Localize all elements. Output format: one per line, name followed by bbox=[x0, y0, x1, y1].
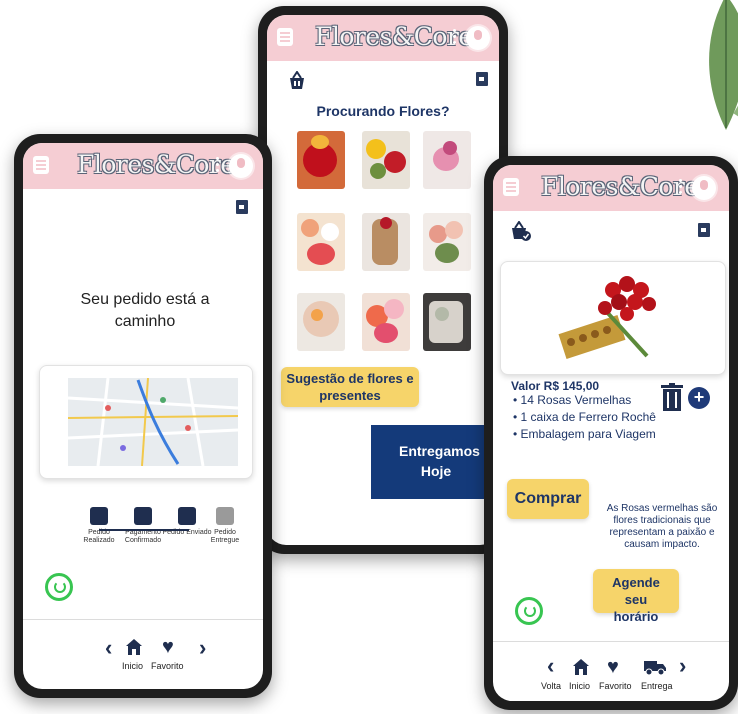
nav-label-home[interactable]: Inicio bbox=[122, 661, 143, 671]
top-bar: Flores&Cores bbox=[493, 165, 729, 211]
top-bar: Flores&Cores bbox=[23, 143, 263, 189]
nav-label-favorite[interactable]: Favorito bbox=[151, 661, 184, 671]
flower-thumb[interactable] bbox=[423, 213, 471, 271]
heart-icon[interactable]: ♥ bbox=[607, 657, 619, 677]
map-card[interactable] bbox=[39, 365, 253, 479]
nav-label-favorite[interactable]: Favorito bbox=[599, 681, 632, 691]
product-image bbox=[558, 276, 656, 359]
product-card[interactable] bbox=[500, 261, 726, 375]
step-label: Pagamento Confirmado bbox=[124, 529, 162, 544]
nav-divider bbox=[23, 619, 263, 620]
kebab-icon[interactable] bbox=[679, 179, 683, 197]
item-1: • 14 Rosas Vermelhas bbox=[513, 393, 632, 407]
whatsapp-icon[interactable] bbox=[45, 573, 73, 601]
left-screen: Flores&Cores Seu pedido está a caminho P… bbox=[23, 143, 263, 689]
page-heading: Procurando Flores? bbox=[316, 103, 450, 119]
item-3: • Embalagem para Viagem bbox=[513, 427, 656, 441]
user-icon[interactable] bbox=[466, 26, 490, 50]
chevron-left-icon[interactable]: ‹ bbox=[547, 655, 554, 677]
step-delivered: Pedido Entregue bbox=[199, 507, 251, 545]
flower-thumb[interactable] bbox=[423, 293, 471, 351]
nav-label-home[interactable]: Inicio bbox=[569, 681, 590, 691]
home-icon[interactable] bbox=[126, 639, 142, 655]
box-icon bbox=[178, 507, 196, 525]
exit-icon[interactable] bbox=[698, 223, 710, 237]
right-screen: Flores&Cores Valor R$ 145,00 • 14 Rosas … bbox=[493, 165, 729, 701]
home-icon[interactable] bbox=[573, 659, 589, 675]
top-bar: Flores&Cores bbox=[267, 15, 499, 61]
menu-icon[interactable] bbox=[33, 156, 49, 174]
right-phone: Flores&Cores Valor R$ 145,00 • 14 Rosas … bbox=[484, 156, 738, 710]
flower-thumb[interactable] bbox=[297, 213, 345, 271]
box-done-icon bbox=[216, 507, 234, 525]
brand-logo: Flores&Cores bbox=[77, 150, 247, 179]
chevron-right-icon[interactable]: › bbox=[199, 637, 206, 659]
step-label: Pedido Realizado bbox=[83, 529, 115, 544]
center-screen: Flores&Cores Procurando Flores? Sugestão… bbox=[267, 15, 499, 545]
payment-icon bbox=[134, 507, 152, 525]
map[interactable] bbox=[68, 378, 238, 466]
heart-icon[interactable]: ♥ bbox=[162, 637, 174, 657]
basket-icon[interactable] bbox=[286, 71, 308, 91]
chevron-right-icon[interactable]: › bbox=[679, 655, 686, 677]
menu-icon[interactable] bbox=[503, 178, 519, 196]
whatsapp-icon[interactable] bbox=[515, 597, 543, 625]
nav-label-delivery[interactable]: Entrega bbox=[641, 681, 673, 691]
left-phone: Flores&Cores Seu pedido está a caminho P… bbox=[14, 134, 272, 698]
brand-logo: Flores&Cores bbox=[541, 172, 711, 201]
schedule-button[interactable]: Agende seu horário bbox=[593, 569, 679, 624]
flower-thumb[interactable] bbox=[423, 131, 471, 189]
item-text: 1 caixa de Ferrero Rochê bbox=[520, 410, 656, 424]
truck-icon[interactable] bbox=[644, 659, 666, 675]
flower-thumb[interactable] bbox=[362, 131, 410, 189]
brand-logo: Flores&Cores bbox=[315, 22, 485, 51]
nav-divider bbox=[493, 641, 729, 642]
flower-thumb[interactable] bbox=[297, 293, 345, 351]
buy-button[interactable]: Comprar bbox=[507, 479, 589, 519]
exit-icon[interactable] bbox=[236, 200, 248, 214]
flower-thumb[interactable] bbox=[362, 293, 410, 351]
delivery-banner: Entregamos Hoje bbox=[371, 425, 499, 499]
exit-icon[interactable] bbox=[476, 72, 488, 86]
trash-icon[interactable] bbox=[661, 383, 683, 411]
kebab-icon[interactable] bbox=[216, 157, 220, 175]
plus-icon[interactable]: + bbox=[688, 387, 710, 409]
kebab-icon[interactable] bbox=[453, 29, 457, 47]
price: Valor R$ 145,00 bbox=[511, 379, 600, 393]
item-text: 14 Rosas Vermelhas bbox=[520, 393, 632, 407]
user-icon[interactable] bbox=[692, 176, 716, 200]
item-2: • 1 caixa de Ferrero Rochê bbox=[513, 410, 656, 424]
leaf-decoration bbox=[709, 0, 738, 130]
step-label: Pedido Entregue bbox=[210, 529, 240, 544]
suggestion-button[interactable]: Sugestão de flores e presentes bbox=[281, 367, 419, 407]
center-phone: Flores&Cores Procurando Flores? Sugestão… bbox=[258, 6, 508, 554]
basket-check-icon bbox=[90, 507, 108, 525]
user-icon[interactable] bbox=[229, 154, 253, 178]
basket-check-icon[interactable] bbox=[509, 221, 531, 241]
item-text: Embalagem para Viagem bbox=[520, 427, 656, 441]
product-description: As Rosas vermelhas são flores tradiciona… bbox=[606, 503, 718, 550]
flower-thumb[interactable] bbox=[297, 131, 345, 189]
menu-icon[interactable] bbox=[277, 28, 293, 46]
order-status-message: Seu pedido está a caminho bbox=[80, 291, 210, 330]
nav-label-back[interactable]: Volta bbox=[541, 681, 561, 691]
flower-thumb[interactable] bbox=[362, 213, 410, 271]
progress-line bbox=[99, 529, 189, 531]
chevron-left-icon[interactable]: ‹ bbox=[105, 637, 112, 659]
